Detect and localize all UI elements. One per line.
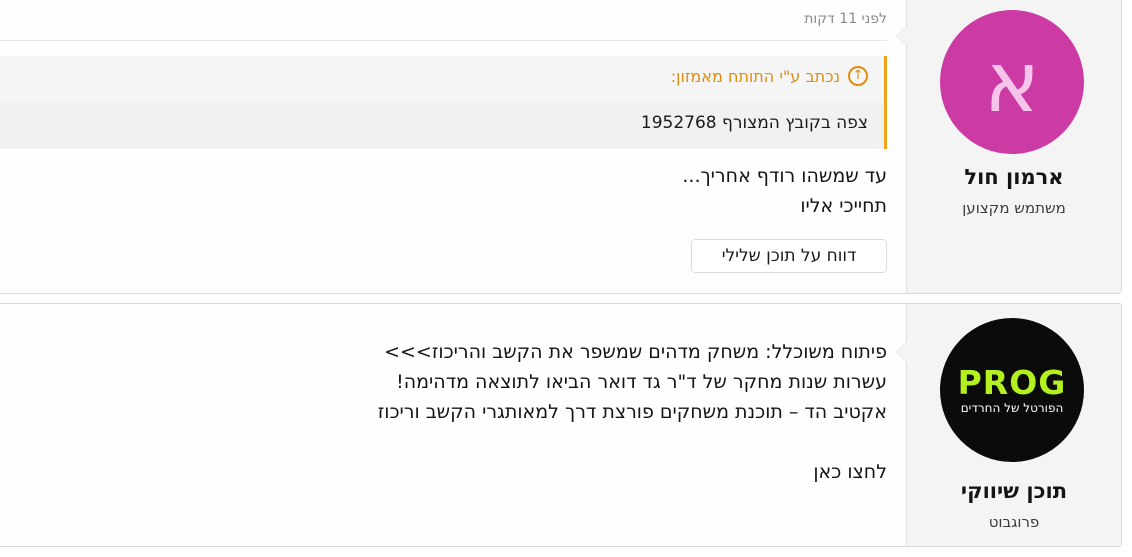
- prog-logo: PROG: [957, 362, 1067, 402]
- post: א ארמון חול משתמש מקצוען לפני 11 דקות ↑ …: [0, 0, 1122, 294]
- arrow-up-circle-icon[interactable]: ↑: [848, 66, 868, 86]
- post-line: [378, 427, 887, 457]
- avatar-initial: א: [983, 33, 1041, 131]
- quote-author: נכתב ע"י התותח מאמזון:: [670, 66, 840, 86]
- logo-tagline: הפורטל של החרדים: [960, 400, 1064, 415]
- report-button[interactable]: דווח על תוכן שלילי: [691, 239, 887, 273]
- post-text: פיתוח משוכלל: משחק מדהים שמשפר את הקשב ו…: [378, 337, 887, 487]
- post: PROG הפורטל של החרדים תוכן שיווקי פרוגבו…: [0, 303, 1122, 547]
- post-content: לפני 11 דקות ↑ נכתב ע"י התותח מאמזון: צפ…: [0, 0, 907, 293]
- divider: [0, 40, 887, 41]
- post-content: פיתוח משוכלל: משחק מדהים שמשפר את הקשב ו…: [0, 304, 907, 546]
- post-line: עשרות שנות מחקר של ד"ר גד דואר הביאו לתו…: [396, 371, 887, 393]
- post-text: עד שמשהו רודף אחריך... תחייכי אליו: [682, 161, 887, 221]
- quote-header[interactable]: ↑ נכתב ע"י התותח מאמזון:: [671, 66, 868, 86]
- quote-block: ↑ נכתב ע"י התותח מאמזון: צפה בקובץ המצור…: [0, 56, 887, 149]
- post-line: פיתוח משוכלל: משחק מדהים שמשפר את הקשב ו…: [384, 341, 887, 363]
- quote-body: צפה בקובץ המצורף 1952768: [0, 103, 884, 149]
- user-info: PROG הפורטל של החרדים תוכן שיווקי פרוגבו…: [906, 304, 1121, 546]
- post-line: עד שמשהו רודף אחריך...: [682, 165, 887, 187]
- username[interactable]: ארמון חול: [907, 165, 1121, 189]
- click-here-link[interactable]: לחצו כאן: [378, 457, 887, 487]
- avatar[interactable]: PROG הפורטל של החרדים: [940, 318, 1084, 462]
- post-line: אקטיב הד – תוכנת משחקים פורצת דרך למאותג…: [377, 401, 887, 423]
- avatar[interactable]: א: [940, 10, 1084, 154]
- username[interactable]: תוכן שיווקי: [907, 479, 1121, 503]
- user-info: א ארמון חול משתמש מקצוען: [906, 0, 1121, 293]
- user-title: משתמש מקצוען: [962, 199, 1066, 217]
- quote-text: צפה בקובץ המצורף 1952768: [640, 113, 868, 133]
- post-timestamp[interactable]: לפני 11 דקות: [804, 11, 887, 27]
- user-title: פרוגבוט: [988, 513, 1040, 531]
- post-line: תחייכי אליו: [800, 195, 887, 217]
